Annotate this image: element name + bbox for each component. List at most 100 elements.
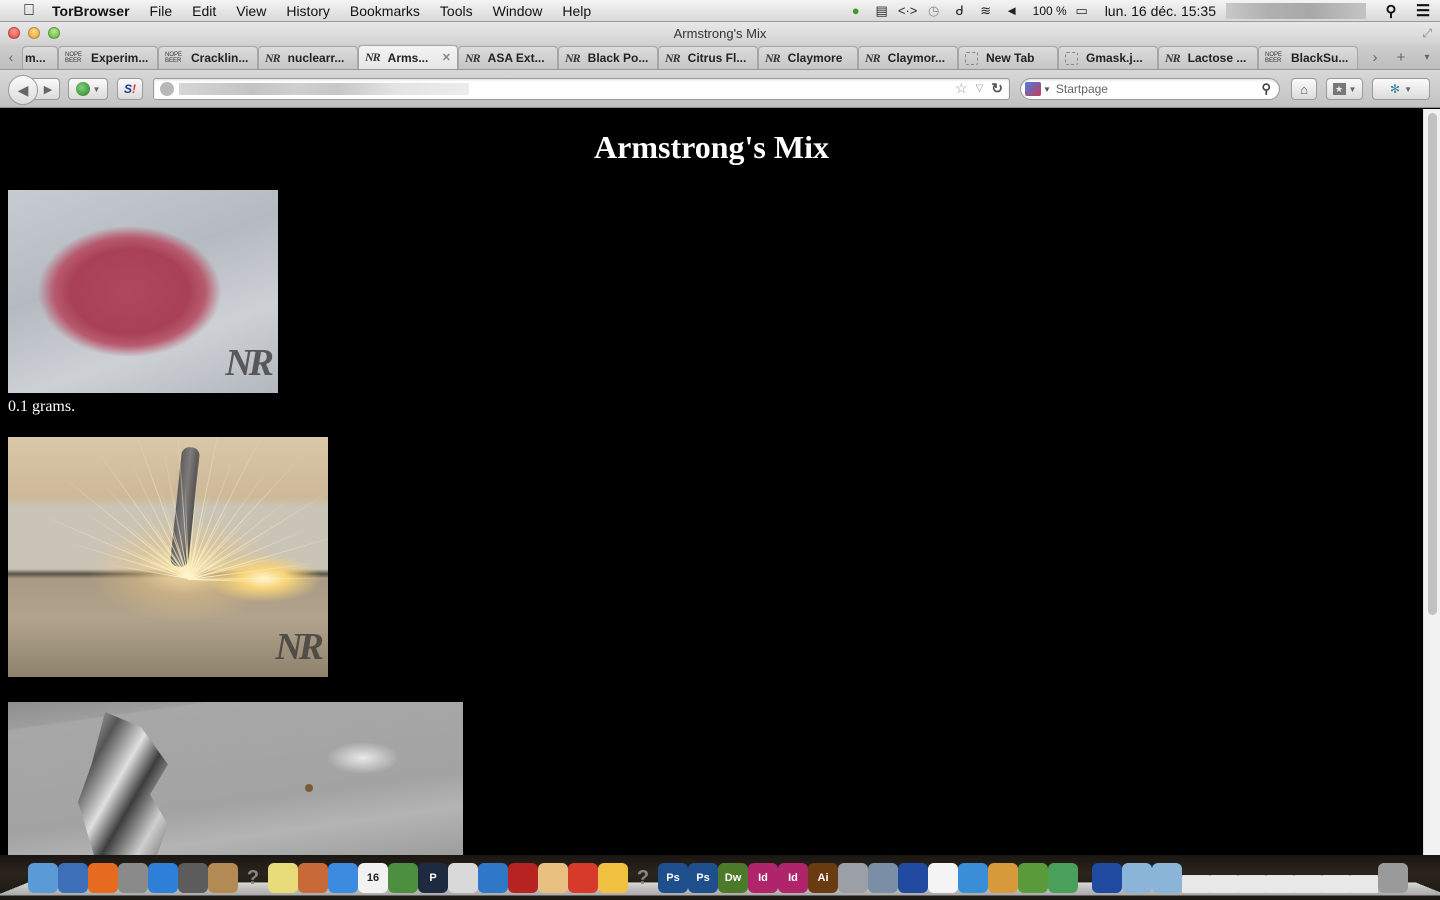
dock-app-unknown[interactable]: ? bbox=[628, 863, 658, 893]
dock-app-launchpad[interactable] bbox=[118, 863, 148, 893]
dock-app-network[interactable] bbox=[1048, 863, 1078, 893]
scriptlink-button[interactable]: S! bbox=[117, 78, 143, 100]
notification-center-icon[interactable]: ☰ bbox=[1406, 1, 1440, 21]
menu-file[interactable]: File bbox=[140, 0, 183, 22]
time-machine-icon[interactable]: ◷ bbox=[921, 3, 947, 19]
dock-app-keynote[interactable] bbox=[298, 863, 328, 893]
url-input[interactable] bbox=[179, 81, 939, 97]
dock-app-contacts[interactable] bbox=[208, 863, 238, 893]
window-zoom-button[interactable] bbox=[48, 27, 60, 39]
dock-app-window[interactable] bbox=[1350, 875, 1378, 893]
history-dropdown-icon[interactable]: ▽ bbox=[976, 80, 984, 97]
search-bar[interactable]: ▼ ⚲ bbox=[1020, 78, 1280, 100]
dock-app-window[interactable] bbox=[1182, 875, 1210, 893]
dock-app-app-store[interactable] bbox=[148, 863, 178, 893]
dock-app-indesign[interactable]: Id bbox=[748, 863, 778, 893]
dock-app-cyberduck[interactable] bbox=[598, 863, 628, 893]
dock-app-textedit[interactable] bbox=[538, 863, 568, 893]
battery-percentage[interactable]: 100 % bbox=[1025, 4, 1069, 18]
home-button[interactable]: ⌂ bbox=[1291, 78, 1317, 100]
site-identity-globe-icon[interactable] bbox=[160, 82, 174, 96]
menubar-clock[interactable]: lun. 16 déc. 15:35 bbox=[1095, 3, 1226, 19]
dock-app-document[interactable] bbox=[928, 863, 958, 893]
dock-app-tor[interactable] bbox=[1018, 863, 1048, 893]
tab[interactable]: NR Claymor... bbox=[858, 46, 958, 69]
window-close-button[interactable] bbox=[8, 27, 20, 39]
new-tab-button[interactable]: + bbox=[1388, 49, 1414, 66]
tabs-scroll-left-button[interactable]: ‹ bbox=[0, 45, 22, 69]
url-bar[interactable]: ☆ ▽ ↻ bbox=[153, 78, 1010, 100]
tab-active[interactable]: NR Arms... ✕ bbox=[358, 45, 458, 69]
dock-app-iphoto[interactable] bbox=[868, 863, 898, 893]
dock-app-folder[interactable] bbox=[1152, 863, 1182, 893]
menu-view[interactable]: View bbox=[226, 0, 276, 22]
menu-edit[interactable]: Edit bbox=[182, 0, 226, 22]
tab[interactable]: NR nuclearr... bbox=[258, 46, 358, 69]
dock-app-numbers[interactable] bbox=[388, 863, 418, 893]
battery-icon[interactable]: ▭ bbox=[1069, 3, 1095, 19]
dock-app-printer[interactable] bbox=[448, 863, 478, 893]
spotlight-search-icon[interactable]: ⚲ bbox=[1376, 2, 1406, 20]
tab[interactable]: NOPE BEER Experim... bbox=[58, 46, 158, 69]
tab[interactable]: NR Black Po... bbox=[558, 46, 658, 69]
tab[interactable]: NR ASA Ext... bbox=[458, 46, 558, 69]
dock-app-transmit[interactable] bbox=[1092, 863, 1122, 893]
close-tab-icon[interactable]: ✕ bbox=[442, 51, 451, 64]
tab[interactable]: NR Citrus Fl... bbox=[658, 46, 758, 69]
tab[interactable]: m... bbox=[22, 46, 58, 69]
bookmarks-menu-button[interactable]: ★ ▼ bbox=[1326, 78, 1363, 100]
wifi-icon[interactable]: ≋ bbox=[973, 3, 999, 19]
dock-app-automator[interactable] bbox=[838, 863, 868, 893]
dock-app-photoshop[interactable]: Ps bbox=[658, 863, 688, 893]
torbutton[interactable]: ▼ bbox=[68, 78, 108, 100]
search-icon[interactable]: ⚲ bbox=[1261, 81, 1271, 97]
tab[interactable]: New Tab bbox=[958, 46, 1058, 69]
dock-app-window[interactable] bbox=[1322, 875, 1350, 893]
addon-toolbar-button[interactable]: ✻ ▼ bbox=[1372, 78, 1430, 100]
dock-app-transmit[interactable] bbox=[898, 863, 928, 893]
dock-app-safari[interactable] bbox=[958, 863, 988, 893]
dock-app-calendar[interactable]: 16 bbox=[358, 863, 388, 893]
dock-app-thunderbird[interactable] bbox=[58, 863, 88, 893]
tabs-scroll-right-button[interactable]: › bbox=[1362, 49, 1388, 66]
tab[interactable]: NOPE BEER BlackSu... bbox=[1258, 46, 1358, 69]
dock-app-itunes[interactable] bbox=[478, 863, 508, 893]
dock-app-tomato[interactable] bbox=[568, 863, 598, 893]
dock-app-illustrator[interactable]: Ai bbox=[808, 863, 838, 893]
dock-app-preview[interactable] bbox=[178, 863, 208, 893]
dock-app-window[interactable] bbox=[1238, 875, 1266, 893]
battery-monitor-icon[interactable]: ▤ bbox=[869, 3, 895, 19]
volume-icon[interactable]: ◄ bbox=[999, 3, 1025, 18]
dock-app-firefox[interactable] bbox=[88, 863, 118, 893]
dock-app-dreamweaver[interactable]: Dw bbox=[718, 863, 748, 893]
menu-tools[interactable]: Tools bbox=[430, 0, 483, 22]
tab[interactable]: NR Lactose ... bbox=[1158, 46, 1258, 69]
code-icon[interactable]: <·> bbox=[895, 3, 921, 18]
dock-app-photo-booth[interactable] bbox=[508, 863, 538, 893]
dock-app-photoshop[interactable]: Ps bbox=[688, 863, 718, 893]
tab[interactable]: Gmask.j... bbox=[1058, 46, 1158, 69]
vertical-scrollbar[interactable] bbox=[1423, 109, 1440, 855]
list-all-tabs-button[interactable]: ▾ bbox=[1414, 52, 1440, 63]
back-button[interactable]: ◀ bbox=[8, 75, 38, 105]
dock-app-indesign[interactable]: Id bbox=[778, 863, 808, 893]
dock-app-window[interactable] bbox=[1294, 875, 1322, 893]
tab[interactable]: NOPE BEER Cracklin... bbox=[158, 46, 258, 69]
dock-app-window[interactable] bbox=[1266, 875, 1294, 893]
growl-icon[interactable]: ● bbox=[843, 3, 869, 18]
menu-window[interactable]: Window bbox=[483, 0, 553, 22]
apple-menu-icon[interactable]:  bbox=[20, 2, 38, 20]
bookmark-star-icon[interactable]: ☆ bbox=[955, 80, 968, 97]
tab[interactable]: NR Claymore bbox=[758, 46, 858, 69]
startpage-engine-icon[interactable] bbox=[1025, 82, 1041, 96]
dock-app-dropbox[interactable] bbox=[328, 863, 358, 893]
engine-dropdown-icon[interactable]: ▼ bbox=[1043, 85, 1051, 94]
scrollbar-thumb[interactable] bbox=[1428, 113, 1437, 615]
menu-help[interactable]: Help bbox=[552, 0, 601, 22]
menu-app-name[interactable]: TorBrowser bbox=[52, 0, 140, 22]
dock-app-folder[interactable] bbox=[1122, 863, 1152, 893]
dock-app-finder[interactable] bbox=[28, 863, 58, 893]
dock-app-archive-utility[interactable] bbox=[988, 863, 1018, 893]
fullscreen-icon[interactable]: ⤢ bbox=[1422, 26, 1432, 41]
menu-bookmarks[interactable]: Bookmarks bbox=[340, 0, 430, 22]
